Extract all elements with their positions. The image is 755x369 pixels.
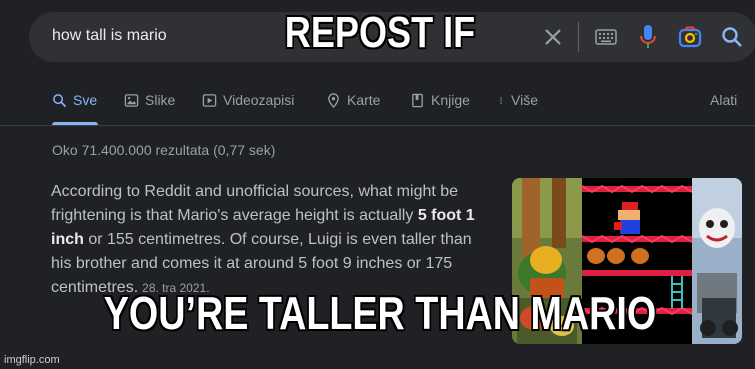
tools-button[interactable]: Alati bbox=[710, 92, 737, 108]
video-icon bbox=[202, 93, 217, 107]
tools-label: Alati bbox=[710, 92, 738, 108]
more-icon bbox=[500, 96, 502, 104]
search-bar-divider bbox=[578, 22, 579, 52]
tab-label: Karte bbox=[347, 92, 381, 108]
image-icon bbox=[124, 93, 139, 107]
tab-all[interactable]: Sve bbox=[52, 92, 97, 108]
map-pin-icon bbox=[328, 92, 339, 108]
watermark: imgflip.com bbox=[4, 354, 60, 366]
search-tabs: Sve Slike Videozapisi Karte Knjige Više … bbox=[0, 92, 755, 112]
tab-videos[interactable]: Videozapisi bbox=[202, 92, 294, 108]
tab-more[interactable]: Više bbox=[497, 92, 538, 108]
search-icon bbox=[53, 93, 67, 107]
result-stats: Oko 71.400.000 rezultata (0,77 sek) bbox=[52, 142, 276, 158]
search-icon[interactable] bbox=[720, 25, 744, 49]
close-icon[interactable] bbox=[541, 25, 565, 49]
meme-bottom-caption: YOU’RE TALLER THAN MARIO bbox=[103, 286, 657, 340]
book-icon bbox=[412, 93, 423, 107]
keyboard-icon[interactable] bbox=[595, 29, 617, 45]
camera-lens-icon[interactable] bbox=[678, 25, 702, 49]
tab-books[interactable]: Knjige bbox=[410, 92, 470, 108]
tab-images[interactable]: Slike bbox=[124, 92, 175, 108]
search-input[interactable]: how tall is mario bbox=[52, 27, 167, 45]
tab-label: Više bbox=[511, 92, 538, 108]
snippet-text: According to Reddit and unofficial sourc… bbox=[51, 183, 459, 224]
tab-label: Sve bbox=[73, 92, 98, 108]
tabs-divider bbox=[0, 125, 755, 126]
tab-label: Slike bbox=[145, 92, 176, 108]
microphone-icon[interactable] bbox=[639, 24, 657, 50]
tab-label: Knjige bbox=[431, 92, 470, 108]
tab-maps[interactable]: Karte bbox=[326, 92, 380, 108]
featured-snippet-text: According to Reddit and unofficial sourc… bbox=[51, 180, 496, 300]
tab-label: Videozapisi bbox=[223, 92, 295, 108]
meme-top-caption: REPOST IF bbox=[284, 7, 476, 58]
